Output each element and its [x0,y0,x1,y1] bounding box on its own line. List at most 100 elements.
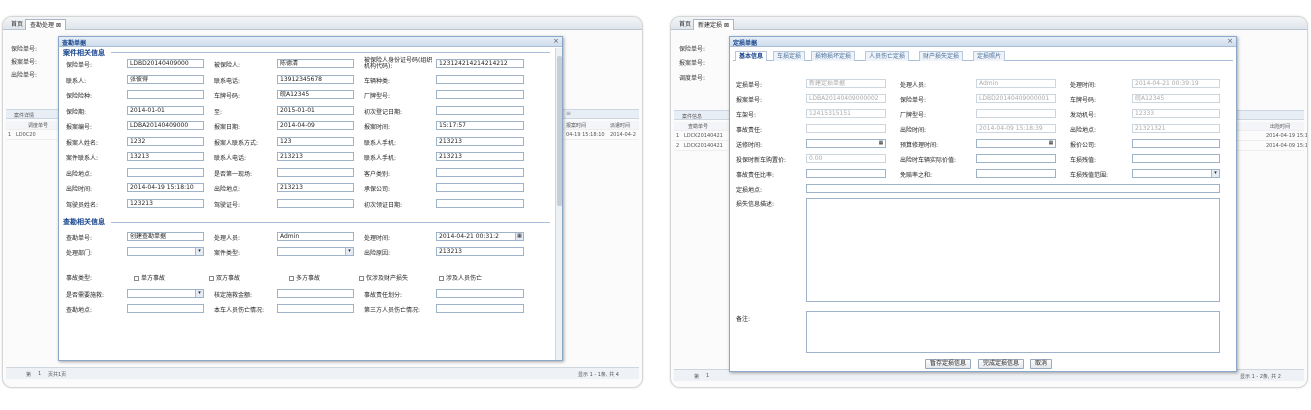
quote-company-field[interactable] [1132,139,1220,148]
field-input[interactable]: 2014-01-01 [127,105,204,115]
tab-close-icon[interactable]: ⊠ [56,22,61,29]
chevron-down-icon[interactable]: ▾ [345,248,353,255]
field-input[interactable] [127,90,204,99]
save-draft-button[interactable]: 暂存定损信息 [925,359,972,369]
checkbox-property[interactable]: 仅涉及财产损失 [359,273,408,282]
left-tab-home[interactable]: 首页 [7,19,27,30]
tab-property-loss[interactable]: 财产损失定损 [919,51,964,61]
field-input[interactable] [277,247,354,256]
repair-time-field[interactable]: ▦ [806,139,886,148]
field-label: 报案编号: [66,124,93,131]
field-input[interactable] [127,167,204,177]
field-input[interactable] [436,198,524,208]
deductible-field[interactable] [976,169,1056,178]
field-input[interactable]: 2015-01-01 [277,105,354,115]
field-input[interactable]: 2014-04-21 00:31:2 [436,232,524,241]
field-input[interactable]: 12415315151 [806,109,886,118]
chevron-down-icon[interactable]: ▾ [195,290,203,297]
field-input[interactable]: 1232 [127,136,204,146]
field-input[interactable]: 13213 [127,152,204,161]
remark-textarea[interactable] [806,311,1220,353]
scroll-thumb[interactable] [557,56,562,206]
field-input[interactable]: 创建查勘单据 [127,232,204,241]
complete-button[interactable]: 完成定损信息 [978,359,1025,369]
field-input[interactable]: 2014-04-09 [277,121,354,130]
calendar-icon[interactable]: ▦ [1047,140,1055,147]
tab-close-icon[interactable]: ⊠ [724,22,729,29]
field-input[interactable] [806,124,886,133]
calendar-icon[interactable]: ▦ [877,140,885,147]
field-input[interactable] [436,289,524,298]
checkbox-single[interactable]: 单方事故 [134,273,165,282]
field-input[interactable] [976,109,1056,118]
checkbox-injury[interactable]: 涉及人员伤亡 [439,273,482,282]
checkbox-multi[interactable]: 多方事故 [289,273,320,282]
field-input[interactable] [436,167,524,177]
field-input[interactable] [436,304,524,313]
field-input[interactable]: LDBD20140409000 [127,59,204,68]
field-input[interactable]: 皖A12345 [277,90,354,99]
salvage-field[interactable] [1132,154,1220,163]
field-input[interactable]: 123213 [127,198,204,208]
checkbox-double[interactable]: 双方事故 [209,273,240,282]
field-input[interactable] [436,105,524,115]
field-input[interactable] [436,74,524,84]
field-input[interactable]: 15:17:57 [436,121,524,130]
field-input[interactable]: 张彼得 [127,74,204,84]
field-input[interactable] [436,90,524,99]
field-input[interactable]: LDBD20140409000001 [976,94,1056,103]
chevron-down-icon[interactable]: ▾ [1211,170,1219,177]
field-input[interactable]: 12333 [1132,109,1220,118]
pager-page[interactable]: 1 [38,371,41,377]
field-input[interactable]: 123124214214214212 [436,59,524,68]
field-input[interactable]: 213213 [277,183,354,192]
close-icon[interactable]: × [553,37,559,45]
field-input[interactable]: 123 [277,136,354,146]
liability-ratio-field[interactable] [806,169,886,178]
calendar-icon[interactable]: ▦ [515,233,523,240]
pager-page[interactable]: 1 [706,373,709,379]
field-input[interactable]: 213213 [436,152,524,161]
salvage-range-select[interactable]: ▾ [1132,169,1220,178]
field-input[interactable]: 2014-04-21 00:39:19 [1132,79,1220,88]
dialog-scrollbar[interactable] [555,48,562,360]
left-tab-active[interactable]: 查勘处理 ⊠ [25,19,66,30]
field-input[interactable] [127,247,204,256]
field-input[interactable]: 21321321 [1132,124,1220,133]
tab-basic-info[interactable]: 基本信息 [735,51,768,61]
field-input[interactable]: Admin [277,232,354,241]
field-input[interactable]: 陈德清 [277,59,354,68]
field-input[interactable] [436,183,524,192]
field-input[interactable]: 2014-04-19 15:18:10 [127,183,204,192]
field-input[interactable]: LDBA20140409000002 [806,94,886,103]
field-input[interactable]: 皖A12345 [1132,94,1220,103]
field-input[interactable] [277,198,354,208]
actual-value-field[interactable] [976,154,1056,163]
field-input[interactable]: 新建定损单据 [806,79,886,88]
field-input[interactable] [277,289,354,298]
field-input[interactable] [127,289,204,298]
new-car-price-field[interactable]: 0.00 [806,154,886,163]
loss-description-textarea[interactable] [806,198,1220,302]
field-input[interactable]: 2014-04-09 15:18:39 [976,124,1056,133]
tab-injury-loss[interactable]: 人员伤亡定损 [865,51,910,61]
field-input[interactable] [277,167,354,177]
field-input[interactable]: 13912345678 [277,74,354,84]
right-tab-active[interactable]: 新建定损 ⊠ [693,19,734,30]
tab-object-loss[interactable]: 损物损坏定损 [811,51,856,61]
field-input[interactable] [127,304,204,313]
tab-loss-photos[interactable]: 定损照片 [973,51,1006,61]
right-tab-home[interactable]: 首页 [675,19,695,30]
field-input[interactable]: Admin [976,79,1056,88]
field-input[interactable] [277,304,354,313]
tab-vehicle-loss[interactable]: 车损定损 [773,51,806,61]
field-input[interactable]: 213213 [436,136,524,146]
loss-place-field[interactable] [806,184,1220,193]
field-input[interactable]: 213213 [436,247,524,256]
cancel-button[interactable]: 取消 [1030,359,1053,369]
close-icon[interactable]: × [1227,37,1233,45]
field-input[interactable]: 213213 [277,152,354,161]
est-repair-time-field[interactable]: ▦ [976,139,1056,148]
field-input[interactable]: LDBA20140409000 [127,121,204,130]
chevron-down-icon[interactable]: ▾ [195,248,203,255]
